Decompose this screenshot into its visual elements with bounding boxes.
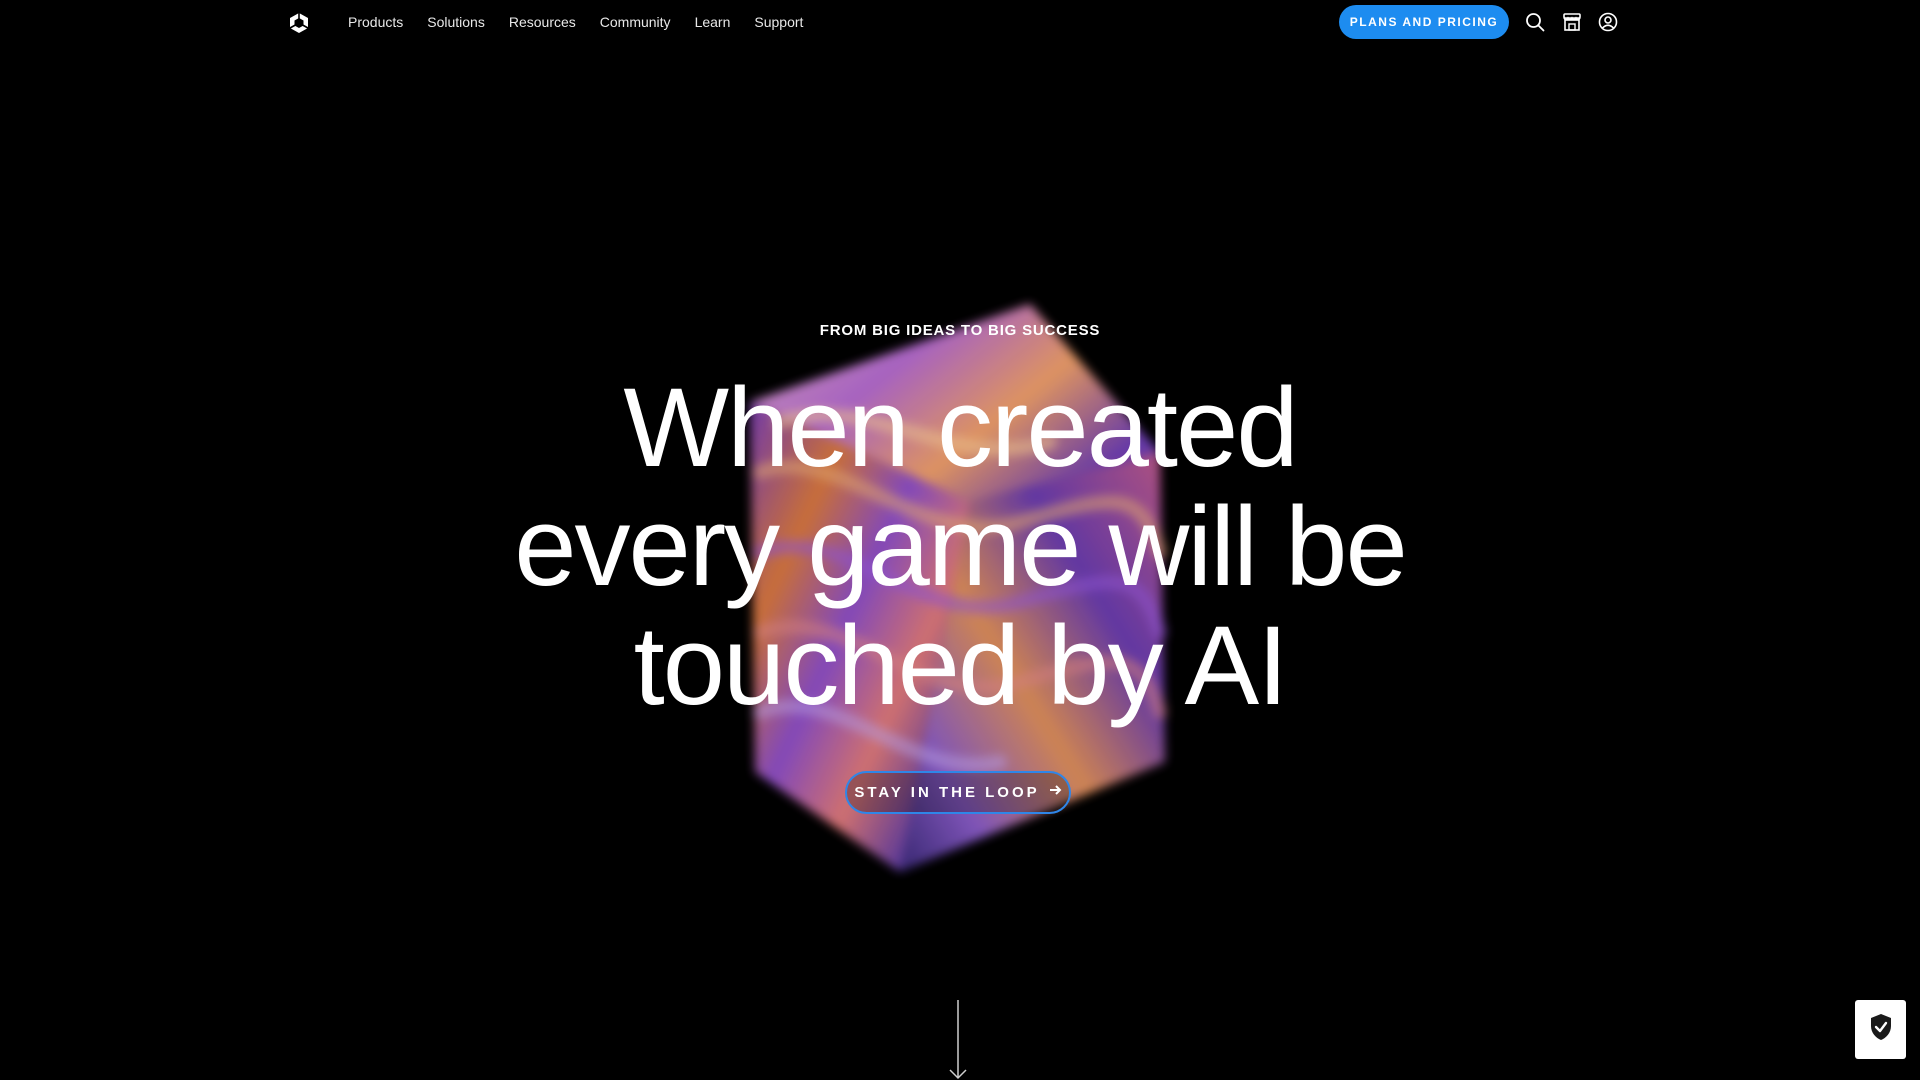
privacy-settings-button[interactable]: [1855, 1000, 1906, 1059]
page: Products Solutions Resources Community L…: [0, 0, 1920, 1080]
nav-links: Products Solutions Resources Community L…: [348, 0, 803, 44]
nav-link-learn[interactable]: Learn: [695, 14, 731, 30]
nav-link-resources[interactable]: Resources: [509, 14, 576, 30]
unity-logo-icon[interactable]: [288, 12, 310, 34]
nav-link-community[interactable]: Community: [600, 14, 671, 30]
stay-in-the-loop-button[interactable]: STAY IN THE LOOP: [845, 771, 1071, 814]
hero-headline: When created every game will be touched …: [0, 368, 1920, 725]
top-nav: Products Solutions Resources Community L…: [0, 0, 1920, 44]
arrow-right-icon: [1048, 783, 1062, 802]
nav-link-solutions[interactable]: Solutions: [427, 14, 485, 30]
arrow-down-icon[interactable]: [948, 1000, 968, 1080]
search-icon[interactable]: [1524, 11, 1546, 33]
headline-line-2: every game will be: [514, 484, 1408, 609]
account-icon[interactable]: [1597, 11, 1619, 33]
shield-check-icon: [1869, 1013, 1893, 1046]
store-icon[interactable]: [1561, 11, 1583, 33]
stay-in-the-loop-label: STAY IN THE LOOP: [854, 784, 1040, 801]
headline-line-3: touched by AI: [633, 603, 1289, 728]
hero-eyebrow: FROM BIG IDEAS TO BIG SUCCESS: [819, 322, 1101, 339]
headline-line-1: When created: [623, 365, 1298, 490]
nav-link-support[interactable]: Support: [754, 14, 803, 30]
plans-and-pricing-button[interactable]: PLANS AND PRICING: [1339, 5, 1509, 39]
nav-link-products[interactable]: Products: [348, 14, 403, 30]
